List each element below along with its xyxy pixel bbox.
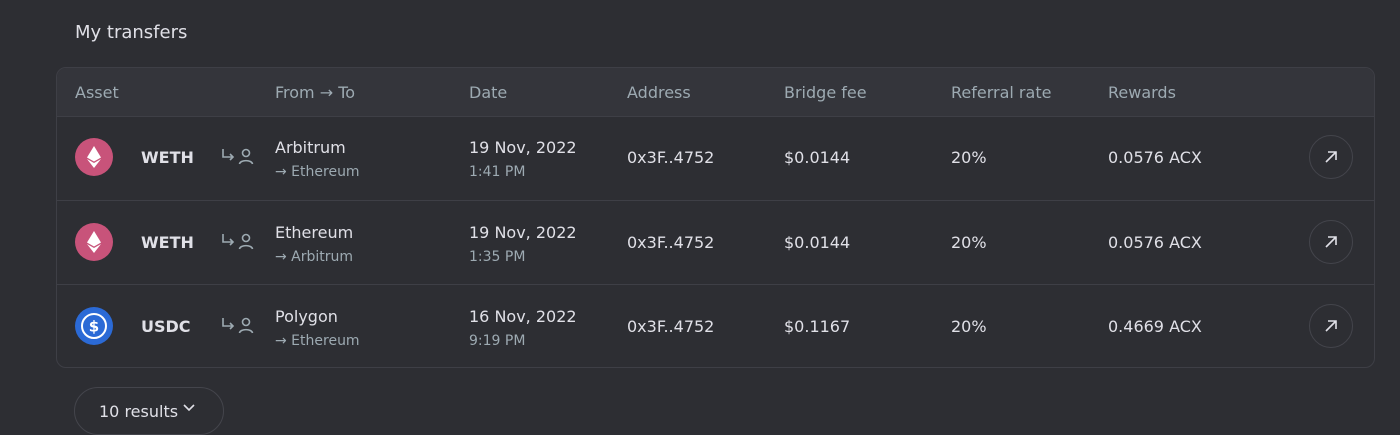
bridge-fee: $0.0144: [784, 148, 851, 167]
referral-rate: 20%: [951, 148, 987, 167]
to-chain: → Ethereum: [275, 333, 360, 349]
transfer-date: 19 Nov, 2022: [469, 138, 577, 157]
address: 0x3F..4752: [627, 317, 715, 336]
table-row: WETH Ethereum → Arbitrum 19 Nov, 2022 1:…: [57, 200, 1374, 285]
chevron-down-icon: [183, 404, 195, 412]
from-chain: Arbitrum: [275, 138, 346, 157]
referral-route-icon: [222, 317, 254, 334]
rewards: 0.0576 ACX: [1108, 148, 1202, 167]
to-chain: → Arbitrum: [275, 249, 354, 265]
column-header-bridge-fee: Bridge fee: [784, 83, 867, 102]
table-header: Asset From → To Date Address Bridge fee …: [57, 68, 1374, 117]
asset-symbol: USDC: [141, 317, 191, 336]
column-header-referral-rate: Referral rate: [951, 83, 1052, 102]
bridge-fee: $0.0144: [784, 233, 851, 252]
address: 0x3F..4752: [627, 233, 715, 252]
svg-text:$: $: [89, 318, 99, 336]
to-chain: → Ethereum: [275, 164, 360, 180]
arrow-up-right-icon: [1325, 151, 1337, 163]
usdc-icon: $: [75, 307, 113, 345]
column-header-from-to: From → To: [275, 83, 356, 102]
column-header-asset: Asset: [75, 83, 119, 102]
transfer-time: 1:35 PM: [469, 249, 526, 265]
column-header-date: Date: [469, 83, 508, 102]
open-transfer-button[interactable]: [1309, 220, 1353, 264]
from-chain: Polygon: [275, 307, 338, 326]
column-header-address: Address: [627, 83, 691, 102]
open-transfer-button[interactable]: [1309, 304, 1353, 348]
rewards: 0.0576 ACX: [1108, 233, 1202, 252]
asset-symbol: WETH: [141, 148, 194, 167]
referral-route-icon: [222, 148, 254, 165]
transfer-time: 1:41 PM: [469, 164, 526, 180]
rewards: 0.4669 ACX: [1108, 317, 1202, 336]
asset-symbol: WETH: [141, 233, 194, 252]
open-transfer-button[interactable]: [1309, 135, 1353, 179]
address: 0x3F..4752: [627, 148, 715, 167]
referral-rate: 20%: [951, 233, 987, 252]
from-chain: Ethereum: [275, 223, 354, 242]
column-header-rewards: Rewards: [1108, 83, 1176, 102]
ethereum-icon: [75, 138, 113, 176]
referral-route-icon: [222, 233, 254, 250]
table-row: WETH Arbitrum → Ethereum 19 Nov, 2022 1:…: [57, 116, 1374, 200]
referral-rate: 20%: [951, 317, 987, 336]
transfer-time: 9:19 PM: [469, 333, 526, 349]
arrow-up-right-icon: [1325, 236, 1337, 248]
table-row: $ USDC Polygon → Ethereum 16 Nov, 2022 9…: [57, 284, 1374, 367]
transfers-table: Asset From → To Date Address Bridge fee …: [56, 67, 1375, 368]
results-per-page-dropdown[interactable]: 10 results: [74, 387, 224, 435]
transfer-date: 19 Nov, 2022: [469, 223, 577, 242]
bridge-fee: $0.1167: [784, 317, 851, 336]
arrow-up-right-icon: [1325, 320, 1337, 332]
ethereum-icon: [75, 223, 113, 261]
page-title: My transfers: [75, 22, 188, 43]
transfer-date: 16 Nov, 2022: [469, 307, 577, 326]
